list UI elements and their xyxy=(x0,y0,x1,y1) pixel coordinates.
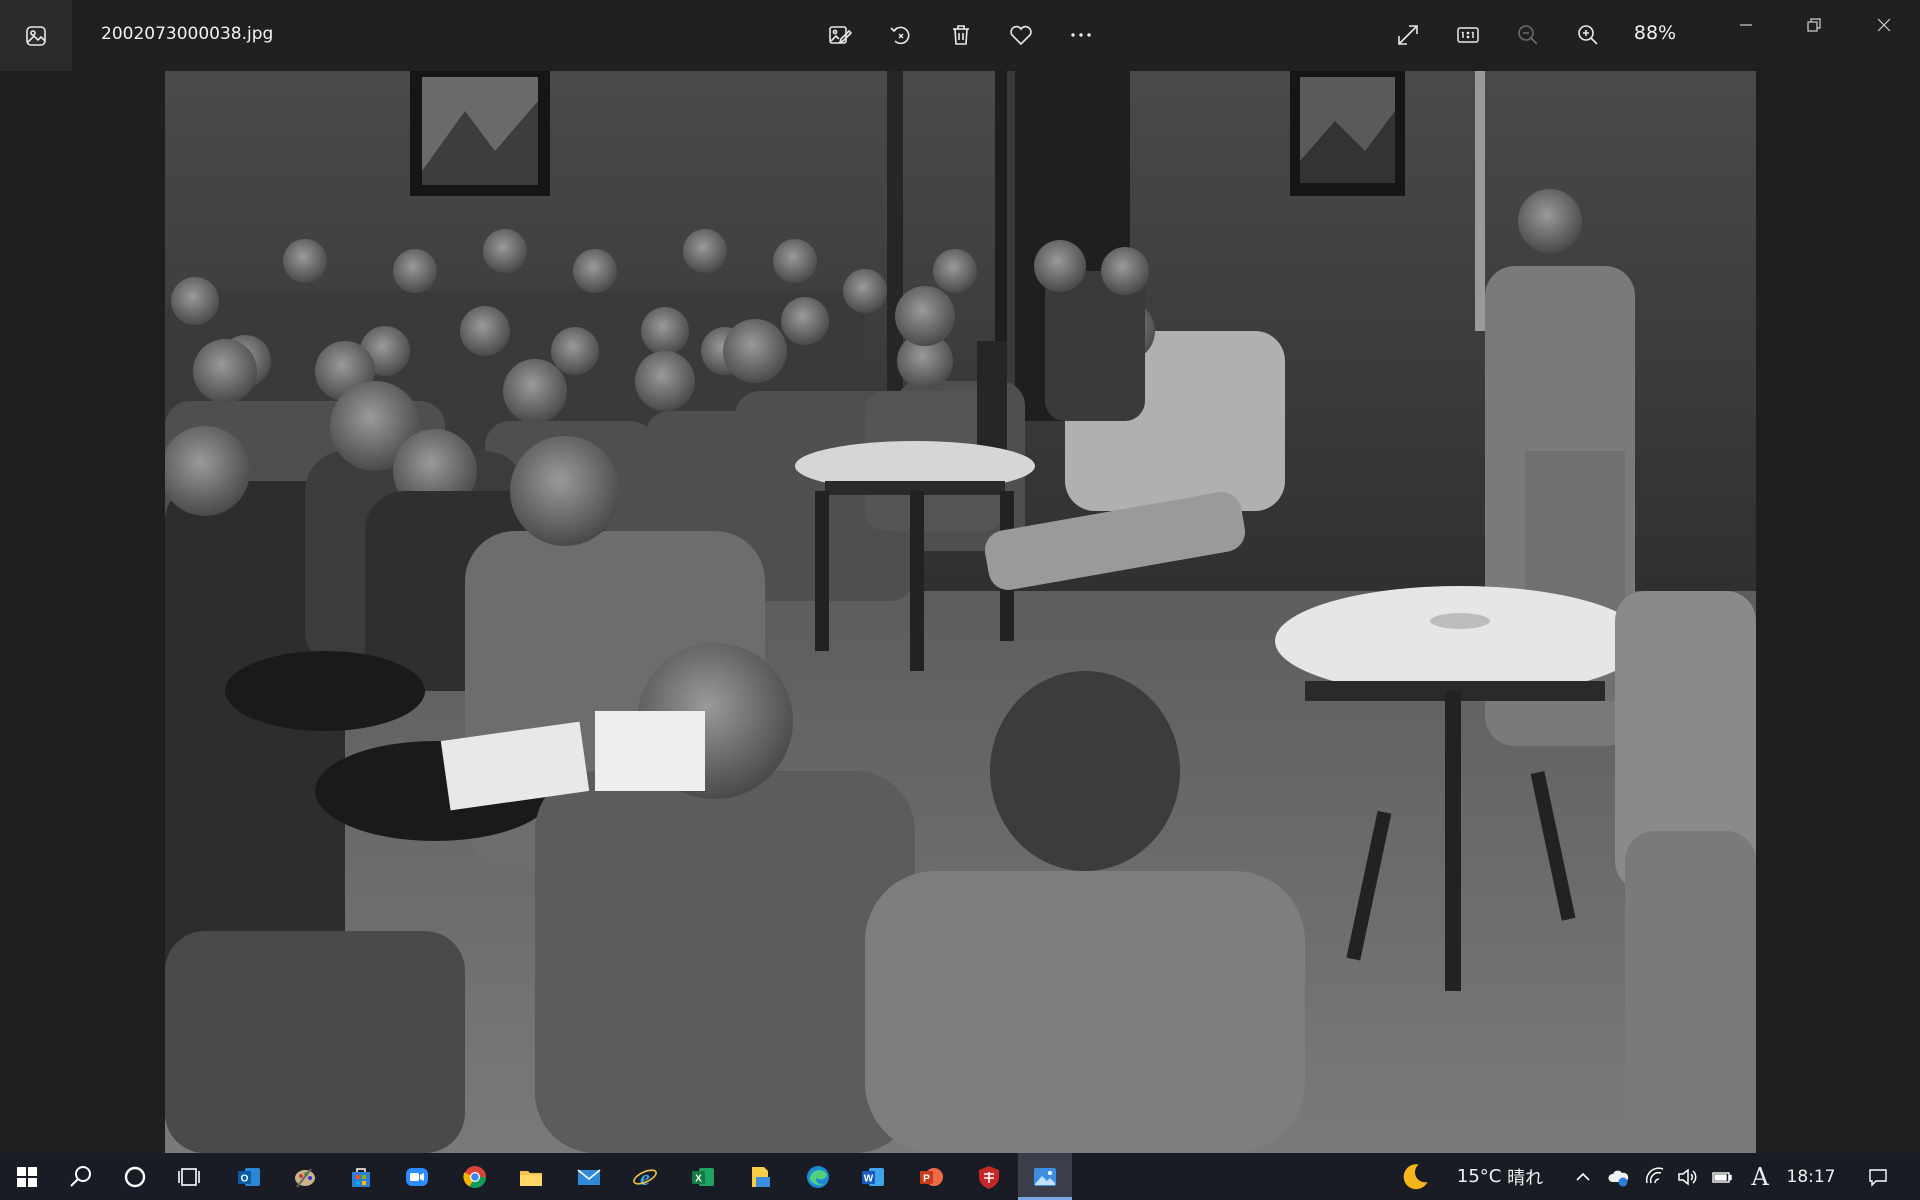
speaker-icon xyxy=(1678,1167,1697,1186)
edit-icon xyxy=(829,26,853,44)
weather-widget-icon-button[interactable] xyxy=(1395,1153,1435,1200)
photos-icon xyxy=(1034,1167,1056,1186)
action-center-button[interactable] xyxy=(1858,1153,1898,1200)
shield-app-icon xyxy=(979,1165,999,1189)
taskbar: O e X W P 15°C 晴れ A 18:17 xyxy=(0,1153,1920,1200)
store-taskbar-button[interactable] xyxy=(334,1153,388,1200)
start-icon xyxy=(17,1166,37,1187)
weather-widget[interactable]: 15°C 晴れ xyxy=(1440,1153,1560,1200)
zoom-in-button[interactable] xyxy=(1566,12,1610,58)
battery-button[interactable] xyxy=(1706,1153,1738,1200)
edge-icon xyxy=(807,1165,829,1188)
powerpoint-taskbar-button[interactable]: P xyxy=(904,1153,958,1200)
more-options-button[interactable] xyxy=(1059,12,1103,58)
rotate-button[interactable] xyxy=(879,12,923,58)
displayed-photo[interactable] xyxy=(165,71,1756,1153)
show-hidden-icons-button[interactable] xyxy=(1568,1153,1598,1200)
rotate-icon xyxy=(890,26,910,45)
word-icon: W xyxy=(862,1167,884,1186)
notification-icon xyxy=(1869,1168,1887,1187)
file-explorer-icon xyxy=(520,1170,542,1186)
weather-temperature: 15°C xyxy=(1456,1166,1502,1187)
svg-text:O: O xyxy=(241,1173,249,1184)
svg-text:P: P xyxy=(923,1173,930,1184)
chevron-up-icon xyxy=(1576,1172,1590,1181)
restore-icon xyxy=(1807,18,1821,32)
zoom-icon xyxy=(406,1167,428,1186)
outlook-icon: O xyxy=(238,1167,260,1186)
excel-icon: X xyxy=(692,1167,714,1186)
sticky-folder-taskbar-button[interactable] xyxy=(734,1153,788,1200)
start-button[interactable] xyxy=(0,1153,54,1200)
file-name-title: 2002073000038.jpg xyxy=(101,24,274,44)
shield-app-taskbar-button[interactable] xyxy=(962,1153,1016,1200)
photos-app-window: 2002073000038.jpg 88% O e X W P 15°C 晴れ … xyxy=(0,0,1920,1200)
input-method-indicator[interactable]: A xyxy=(1744,1153,1776,1200)
edit-button[interactable] xyxy=(818,12,862,58)
minimize-icon xyxy=(1740,24,1752,26)
close-icon xyxy=(1877,18,1891,32)
battery-plug-icon xyxy=(1712,1171,1732,1183)
sticky-folder-icon xyxy=(752,1166,770,1187)
search-icon xyxy=(70,1165,91,1187)
paint-taskbar-button[interactable] xyxy=(278,1153,332,1200)
internet-explorer-taskbar-button[interactable]: e xyxy=(618,1153,672,1200)
app-icon-button[interactable] xyxy=(0,0,72,71)
onedrive-sync-icon xyxy=(1608,1170,1629,1186)
moon-icon xyxy=(1403,1163,1428,1189)
clock[interactable]: 18:17 xyxy=(1780,1153,1842,1200)
delete-button[interactable] xyxy=(939,12,983,58)
file-explorer-taskbar-button[interactable] xyxy=(504,1153,558,1200)
zoom-in-icon xyxy=(1578,25,1598,45)
mail-taskbar-button[interactable] xyxy=(562,1153,616,1200)
volume-button[interactable] xyxy=(1672,1153,1702,1200)
svg-text:W: W xyxy=(864,1173,874,1184)
store-icon xyxy=(352,1167,370,1187)
search-button[interactable] xyxy=(54,1153,108,1200)
wifi-icon xyxy=(1645,1166,1664,1183)
chrome-taskbar-button[interactable] xyxy=(448,1153,502,1200)
zoom-level-indicator[interactable]: 88% xyxy=(1620,22,1690,44)
svg-text:e: e xyxy=(640,1165,650,1190)
close-button[interactable] xyxy=(1850,0,1918,50)
cortana-button[interactable] xyxy=(108,1153,162,1200)
photos-app-icon xyxy=(26,25,46,46)
actual-size-button[interactable] xyxy=(1446,12,1490,58)
delete-icon xyxy=(953,25,969,45)
zoom-out-icon xyxy=(1518,25,1538,45)
favorite-button[interactable] xyxy=(999,12,1043,58)
more-icon xyxy=(1071,33,1091,37)
outlook-taskbar-button[interactable]: O xyxy=(222,1153,276,1200)
edge-taskbar-button[interactable] xyxy=(791,1153,845,1200)
mail-icon xyxy=(577,1168,601,1185)
fullscreen-button[interactable] xyxy=(1386,12,1430,58)
image-viewport[interactable] xyxy=(0,71,1920,1153)
cortana-icon xyxy=(124,1166,146,1187)
zoom-out-button[interactable] xyxy=(1506,12,1550,58)
favorite-icon xyxy=(1010,25,1032,46)
internet-explorer-icon: e xyxy=(633,1165,657,1190)
restore-button[interactable] xyxy=(1780,0,1848,50)
fullscreen-icon xyxy=(1398,25,1418,45)
svg-text:X: X xyxy=(695,1173,702,1184)
weather-condition: 晴れ xyxy=(1507,1167,1544,1189)
paint-icon xyxy=(295,1167,315,1188)
word-taskbar-button[interactable]: W xyxy=(846,1153,900,1200)
onedrive-button[interactable] xyxy=(1600,1153,1636,1200)
meeting-photo-illustration xyxy=(165,71,1756,1153)
photos-taskbar-button[interactable] xyxy=(1018,1153,1072,1200)
actual-size-icon xyxy=(1457,27,1479,43)
chrome-icon xyxy=(463,1165,486,1188)
title-bar: 2002073000038.jpg 88% xyxy=(0,0,1920,71)
network-button[interactable] xyxy=(1640,1153,1670,1200)
zoom-taskbar-button[interactable] xyxy=(390,1153,444,1200)
task-view-button[interactable] xyxy=(162,1153,216,1200)
excel-taskbar-button[interactable]: X xyxy=(676,1153,730,1200)
powerpoint-icon: P xyxy=(920,1167,943,1186)
minimize-button[interactable] xyxy=(1712,0,1780,50)
task-view-icon xyxy=(178,1167,200,1186)
